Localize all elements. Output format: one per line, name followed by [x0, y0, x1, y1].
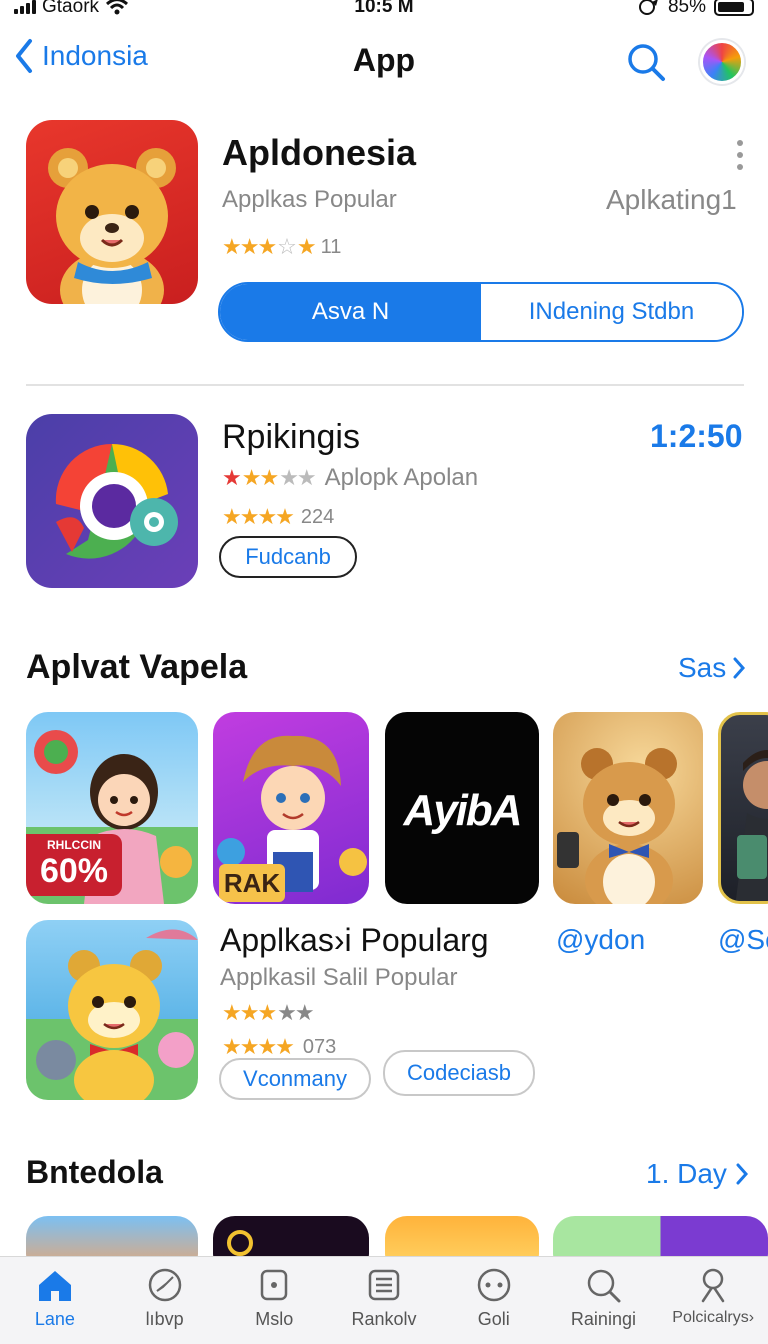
third-app-rating: ★★★★ 073 — [222, 1034, 336, 1060]
featured-app-rating: ★★★ ☆ ★ 11 — [222, 234, 341, 260]
star-empty-icon: ☆ — [277, 234, 297, 259]
see-all-label: Sas — [678, 652, 727, 683]
face-icon — [477, 1268, 510, 1302]
nav-bar: Indonsia App — [0, 26, 768, 98]
second-app-time: 1:2:50 — [650, 418, 743, 454]
second-app-rating-line: ★ ★★ ★★ Aplopk Apolan — [222, 464, 478, 492]
tab-label: Polcicalrys› — [672, 1309, 755, 1326]
star-rating-icon: ★★★★ — [222, 1034, 295, 1059]
chevron-right-icon — [736, 1163, 748, 1185]
rating-count: 073 — [302, 1035, 337, 1058]
carousel-tile-man[interactable] — [718, 712, 768, 904]
featured-app-subtitle: Applkas Popular — [222, 186, 397, 213]
sparkle-icon — [227, 1230, 253, 1256]
home-icon — [38, 1271, 71, 1301]
carousel-tile-girl[interactable]: RHLCCIN 60% — [26, 712, 198, 904]
battery-icon — [714, 0, 754, 16]
tab-label: Lane — [34, 1309, 75, 1329]
star-empty-icon: ★★ — [279, 465, 316, 490]
featured-app-title[interactable]: Apldonesia — [222, 132, 416, 174]
star-rating-icon: ★ — [296, 234, 317, 259]
star-empty-icon: ★★ — [277, 1000, 314, 1025]
list-icon — [368, 1269, 400, 1301]
status-bar: Gtaork 10:5 M 85% — [0, 0, 768, 24]
search-icon[interactable] — [624, 40, 668, 84]
tile-logo-text: RAK — [219, 864, 285, 902]
section-title: Aplvat Vapela — [26, 648, 248, 686]
location-icon — [638, 0, 658, 15]
third-app-subtitle: Applkasil Salil Popular — [220, 964, 458, 991]
tab-label: Rainingi — [570, 1309, 636, 1329]
chevron-right-icon — [733, 657, 746, 679]
tab-ranking[interactable]: Rankolv — [329, 1257, 439, 1344]
tab-explore[interactable]: lıbvp — [110, 1257, 220, 1344]
status-right: 85% — [638, 0, 754, 18]
tab-profile[interactable]: Polcicalrys› — [658, 1257, 768, 1344]
third-app-title[interactable]: Applkas›i Popularg — [220, 922, 489, 959]
handle-link-1[interactable]: @ydon — [556, 924, 645, 956]
carousel-tile-bear[interactable] — [553, 712, 703, 904]
bear-app-icon[interactable] — [26, 120, 198, 304]
third-app-button-1[interactable]: Vconmany — [219, 1058, 371, 1100]
tab-label: lıbvp — [145, 1309, 184, 1329]
avatar[interactable] — [700, 40, 744, 84]
see-all-label: 1. Day — [646, 1158, 727, 1189]
second-app-button[interactable]: Fudcanb — [219, 536, 357, 578]
compass-icon — [148, 1268, 181, 1302]
tab-search[interactable]: Rainingi — [549, 1257, 659, 1344]
third-app-rating-line: ★★★ ★★ — [222, 1000, 315, 1026]
tab-apps[interactable]: Mslo — [219, 1257, 329, 1344]
see-all-link[interactable]: Sas — [678, 652, 746, 684]
rating-count: 224 — [300, 505, 335, 528]
see-all-link[interactable]: 1. Day — [646, 1158, 749, 1190]
badge-small: RHLCCIN — [47, 838, 101, 852]
star-rating-icon: ★★★ — [222, 1000, 277, 1025]
carousel-tile-boy[interactable]: RAK — [213, 712, 369, 904]
tab-label: Goli — [477, 1309, 510, 1329]
divider — [26, 384, 744, 386]
featured-app-category: Aplkating1 — [606, 184, 737, 215]
second-app-title[interactable]: Rpikingis — [222, 418, 360, 457]
maps-app-icon[interactable] — [26, 414, 198, 588]
third-app-button-2[interactable]: Codeciasb — [383, 1050, 535, 1096]
discount-badge: RHLCCIN 60% — [26, 834, 122, 896]
tile-logo-text: AyibA — [403, 786, 522, 835]
battery-percent: 85% — [667, 0, 706, 17]
badge-big: 60% — [39, 852, 109, 890]
section-title: Bntedola — [26, 1154, 163, 1190]
person-icon — [701, 1268, 725, 1303]
star-rating-icon: ★ — [222, 465, 242, 490]
segment-right[interactable]: INdening Stdbn — [481, 284, 742, 340]
square-icon — [261, 1269, 288, 1301]
tab-label: Rankolv — [351, 1309, 417, 1329]
segmented-control: Asva N INdening Stdbn — [218, 282, 744, 342]
bear-game-icon[interactable] — [26, 920, 198, 1100]
tab-home[interactable]: Lane — [0, 1257, 110, 1344]
star-rating-icon: ★★★★ — [222, 504, 295, 529]
tab-label: Mslo — [255, 1309, 294, 1329]
more-options-icon[interactable] — [734, 140, 746, 170]
segment-left[interactable]: Asva N — [220, 284, 481, 340]
tab-games[interactable]: Goli — [439, 1257, 549, 1344]
handle-link-2[interactable]: @Sc — [718, 924, 768, 956]
star-rating-icon: ★★ — [241, 465, 279, 490]
rating-count: 11 — [320, 235, 342, 258]
tab-bar: Lane lıbvp Mslo Rankolv Goli Rainingi Po… — [0, 1256, 768, 1344]
second-app-rating: ★★★★ 224 — [222, 504, 334, 530]
search-icon — [588, 1269, 621, 1303]
second-app-subtitle: Aplopk Apolan — [324, 464, 479, 491]
star-rating-icon: ★★★ — [222, 234, 277, 259]
carousel-tile-dark[interactable]: AyibA — [385, 712, 539, 904]
